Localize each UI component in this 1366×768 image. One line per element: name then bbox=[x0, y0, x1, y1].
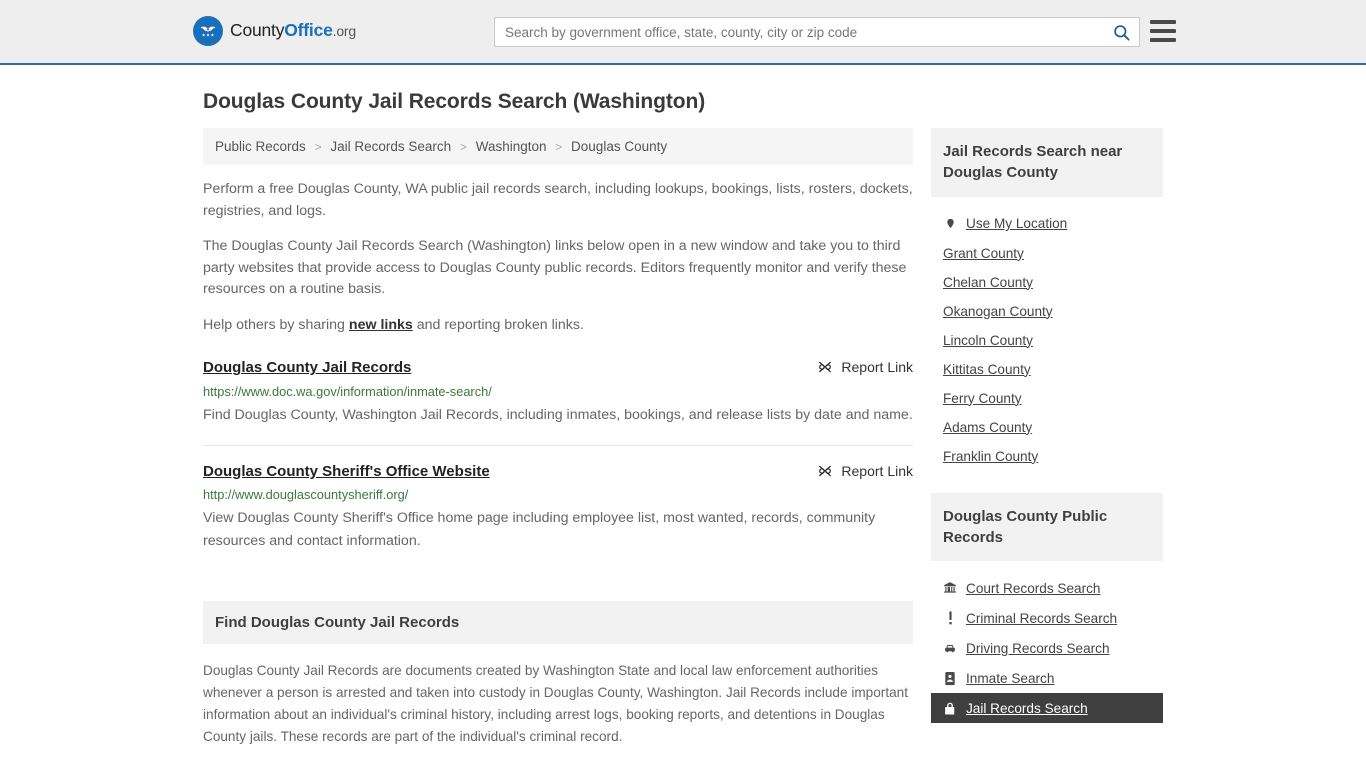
hamburger-menu-icon[interactable] bbox=[1150, 20, 1176, 42]
sidebar-link[interactable]: Lincoln County bbox=[943, 333, 1033, 348]
sidebar-link[interactable]: Franklin County bbox=[943, 449, 1038, 464]
search-input[interactable] bbox=[495, 18, 1103, 46]
sidebar-item-inmate-search[interactable]: Inmate Search bbox=[931, 663, 1163, 693]
courthouse-icon bbox=[943, 580, 957, 596]
result-item: Douglas County Sheriff's Office Website … bbox=[203, 462, 913, 571]
lock-icon bbox=[943, 700, 957, 716]
sidebar-link[interactable]: Grant County bbox=[943, 246, 1024, 261]
result-list: Douglas County Jail Records Report Link bbox=[203, 358, 913, 570]
intro-text: Perform a free Douglas County, WA public… bbox=[203, 179, 913, 336]
search-icon bbox=[1113, 24, 1130, 41]
sidebar-link[interactable]: Criminal Records Search bbox=[966, 611, 1117, 626]
logo-text-county: County bbox=[230, 20, 285, 41]
breadcrumb-separator: > bbox=[314, 140, 322, 154]
result-header: Douglas County Jail Records Report Link bbox=[203, 358, 913, 378]
result-description: Find Douglas County, Washington Jail Rec… bbox=[203, 406, 913, 423]
report-link-label: Report Link bbox=[841, 359, 913, 376]
sidebar-item-jail-records-search[interactable]: Jail Records Search bbox=[931, 693, 1163, 724]
sidebar-link[interactable]: Inmate Search bbox=[966, 671, 1054, 686]
result-item: Douglas County Jail Records Report Link bbox=[203, 358, 913, 446]
sidebar-nearby-list: Use My Location Grant County Chelan Coun… bbox=[931, 197, 1163, 471]
main-column: Public Records > Jail Records Search > W… bbox=[203, 128, 913, 768]
content-container: Douglas County Jail Records Search (Wash… bbox=[193, 90, 1173, 768]
intro-paragraph-3: Help others by sharing new links and rep… bbox=[203, 315, 913, 337]
hamburger-bar bbox=[1150, 29, 1176, 33]
find-section-body: Douglas County Jail Records are document… bbox=[203, 660, 913, 768]
sidebar-card-nearby: Jail Records Search near Douglas County … bbox=[931, 128, 1163, 471]
logo-text-office: Office bbox=[284, 20, 333, 41]
search-bar bbox=[494, 17, 1140, 47]
broken-link-icon bbox=[819, 465, 832, 476]
sidebar-public-records-heading: Douglas County Public Records bbox=[931, 492, 1163, 562]
sidebar-link[interactable]: Okanogan County bbox=[943, 304, 1053, 319]
report-link-button[interactable]: Report Link bbox=[817, 358, 913, 375]
sidebar-link[interactable]: Court Records Search bbox=[966, 581, 1100, 596]
logo-wordmark: CountyOffice.org bbox=[230, 22, 356, 40]
report-link-button[interactable]: Report Link bbox=[817, 462, 913, 479]
sidebar-link[interactable]: Use My Location bbox=[966, 216, 1067, 231]
sidebar-link[interactable]: Adams County bbox=[943, 420, 1032, 435]
sidebar-card-public-records: Douglas County Public Records Court Reco… bbox=[931, 492, 1163, 724]
result-header: Douglas County Sheriff's Office Website … bbox=[203, 462, 913, 482]
sidebar-item-court-records-search[interactable]: Court Records Search bbox=[931, 573, 1163, 603]
car-icon bbox=[943, 640, 957, 656]
site-logo[interactable]: CountyOffice.org bbox=[193, 16, 356, 46]
sidebar-item-use-my-location[interactable]: Use My Location bbox=[931, 209, 1163, 239]
hamburger-bar bbox=[1150, 38, 1176, 42]
intro-p3-after: and reporting broken links. bbox=[412, 316, 584, 333]
hamburger-bar bbox=[1150, 20, 1176, 24]
exclamation-icon bbox=[943, 610, 957, 626]
sidebar-link[interactable]: Ferry County bbox=[943, 391, 1022, 406]
page-title: Douglas County Jail Records Search (Wash… bbox=[203, 90, 706, 113]
sidebar-link[interactable]: Chelan County bbox=[943, 275, 1033, 290]
result-title-link[interactable]: Douglas County Sheriff's Office Website bbox=[203, 462, 490, 482]
report-link-label: Report Link bbox=[841, 462, 913, 479]
sidebar-link[interactable]: Jail Records Search bbox=[966, 701, 1088, 716]
sidebar-item-okanogan-county[interactable]: Okanogan County bbox=[931, 297, 1163, 326]
page-body: Douglas County Jail Records Search (Wash… bbox=[0, 90, 1366, 768]
new-links-link[interactable]: new links bbox=[349, 317, 413, 333]
intro-paragraph-1: Perform a free Douglas County, WA public… bbox=[203, 181, 913, 219]
site-header: CountyOffice.org bbox=[0, 0, 1366, 65]
breadcrumb: Public Records > Jail Records Search > W… bbox=[203, 128, 913, 165]
breadcrumb-separator: > bbox=[555, 140, 563, 154]
logo-text-org: .org bbox=[332, 23, 357, 40]
breadcrumb-item-public-records[interactable]: Public Records bbox=[215, 139, 306, 154]
sidebar-item-lincoln-county[interactable]: Lincoln County bbox=[931, 326, 1163, 355]
intro-p3-before: Help others by sharing bbox=[203, 316, 349, 333]
result-description: View Douglas County Sheriff's Office hom… bbox=[203, 509, 876, 549]
sidebar-item-chelan-county[interactable]: Chelan County bbox=[931, 268, 1163, 297]
search-button[interactable] bbox=[1103, 18, 1139, 46]
sidebar-nearby-heading: Jail Records Search near Douglas County bbox=[931, 128, 1163, 197]
sidebar-link[interactable]: Kittitas County bbox=[943, 362, 1031, 377]
sidebar-public-records-list: Court Records Search Criminal Records Se… bbox=[931, 561, 1163, 724]
breadcrumb-item-douglas-county[interactable]: Douglas County bbox=[571, 139, 667, 154]
sidebar-item-franklin-county[interactable]: Franklin County bbox=[931, 442, 1163, 471]
sidebar-link[interactable]: Driving Records Search bbox=[966, 641, 1110, 656]
sidebar-item-kittitas-county[interactable]: Kittitas County bbox=[931, 355, 1163, 384]
eagle-shield-icon bbox=[193, 16, 223, 46]
sidebar-item-driving-records-search[interactable]: Driving Records Search bbox=[931, 633, 1163, 663]
sidebar-item-grant-county[interactable]: Grant County bbox=[931, 239, 1163, 268]
find-section-paragraph: Douglas County Jail Records are document… bbox=[203, 662, 908, 744]
breadcrumb-item-jail-records-search[interactable]: Jail Records Search bbox=[330, 139, 451, 154]
find-section-heading: Find Douglas County Jail Records bbox=[203, 600, 913, 644]
sidebar: Jail Records Search near Douglas County … bbox=[931, 128, 1163, 745]
sidebar-item-criminal-records-search[interactable]: Criminal Records Search bbox=[931, 603, 1163, 633]
sidebar-item-adams-county[interactable]: Adams County bbox=[931, 413, 1163, 442]
id-card-icon bbox=[943, 670, 957, 686]
breadcrumb-item-washington[interactable]: Washington bbox=[476, 139, 547, 154]
sidebar-item-ferry-county[interactable]: Ferry County bbox=[931, 384, 1163, 413]
breadcrumb-separator: > bbox=[459, 140, 467, 154]
result-url: http://www.douglascountysheriff.org/ bbox=[203, 487, 409, 503]
map-pin-icon bbox=[943, 216, 957, 232]
result-url: https://www.doc.wa.gov/information/inmat… bbox=[203, 383, 492, 399]
broken-link-icon bbox=[819, 362, 832, 373]
two-column-layout: Public Records > Jail Records Search > W… bbox=[193, 128, 1173, 768]
intro-paragraph-2: The Douglas County Jail Records Search (… bbox=[203, 238, 907, 298]
result-title-link[interactable]: Douglas County Jail Records bbox=[203, 358, 411, 378]
